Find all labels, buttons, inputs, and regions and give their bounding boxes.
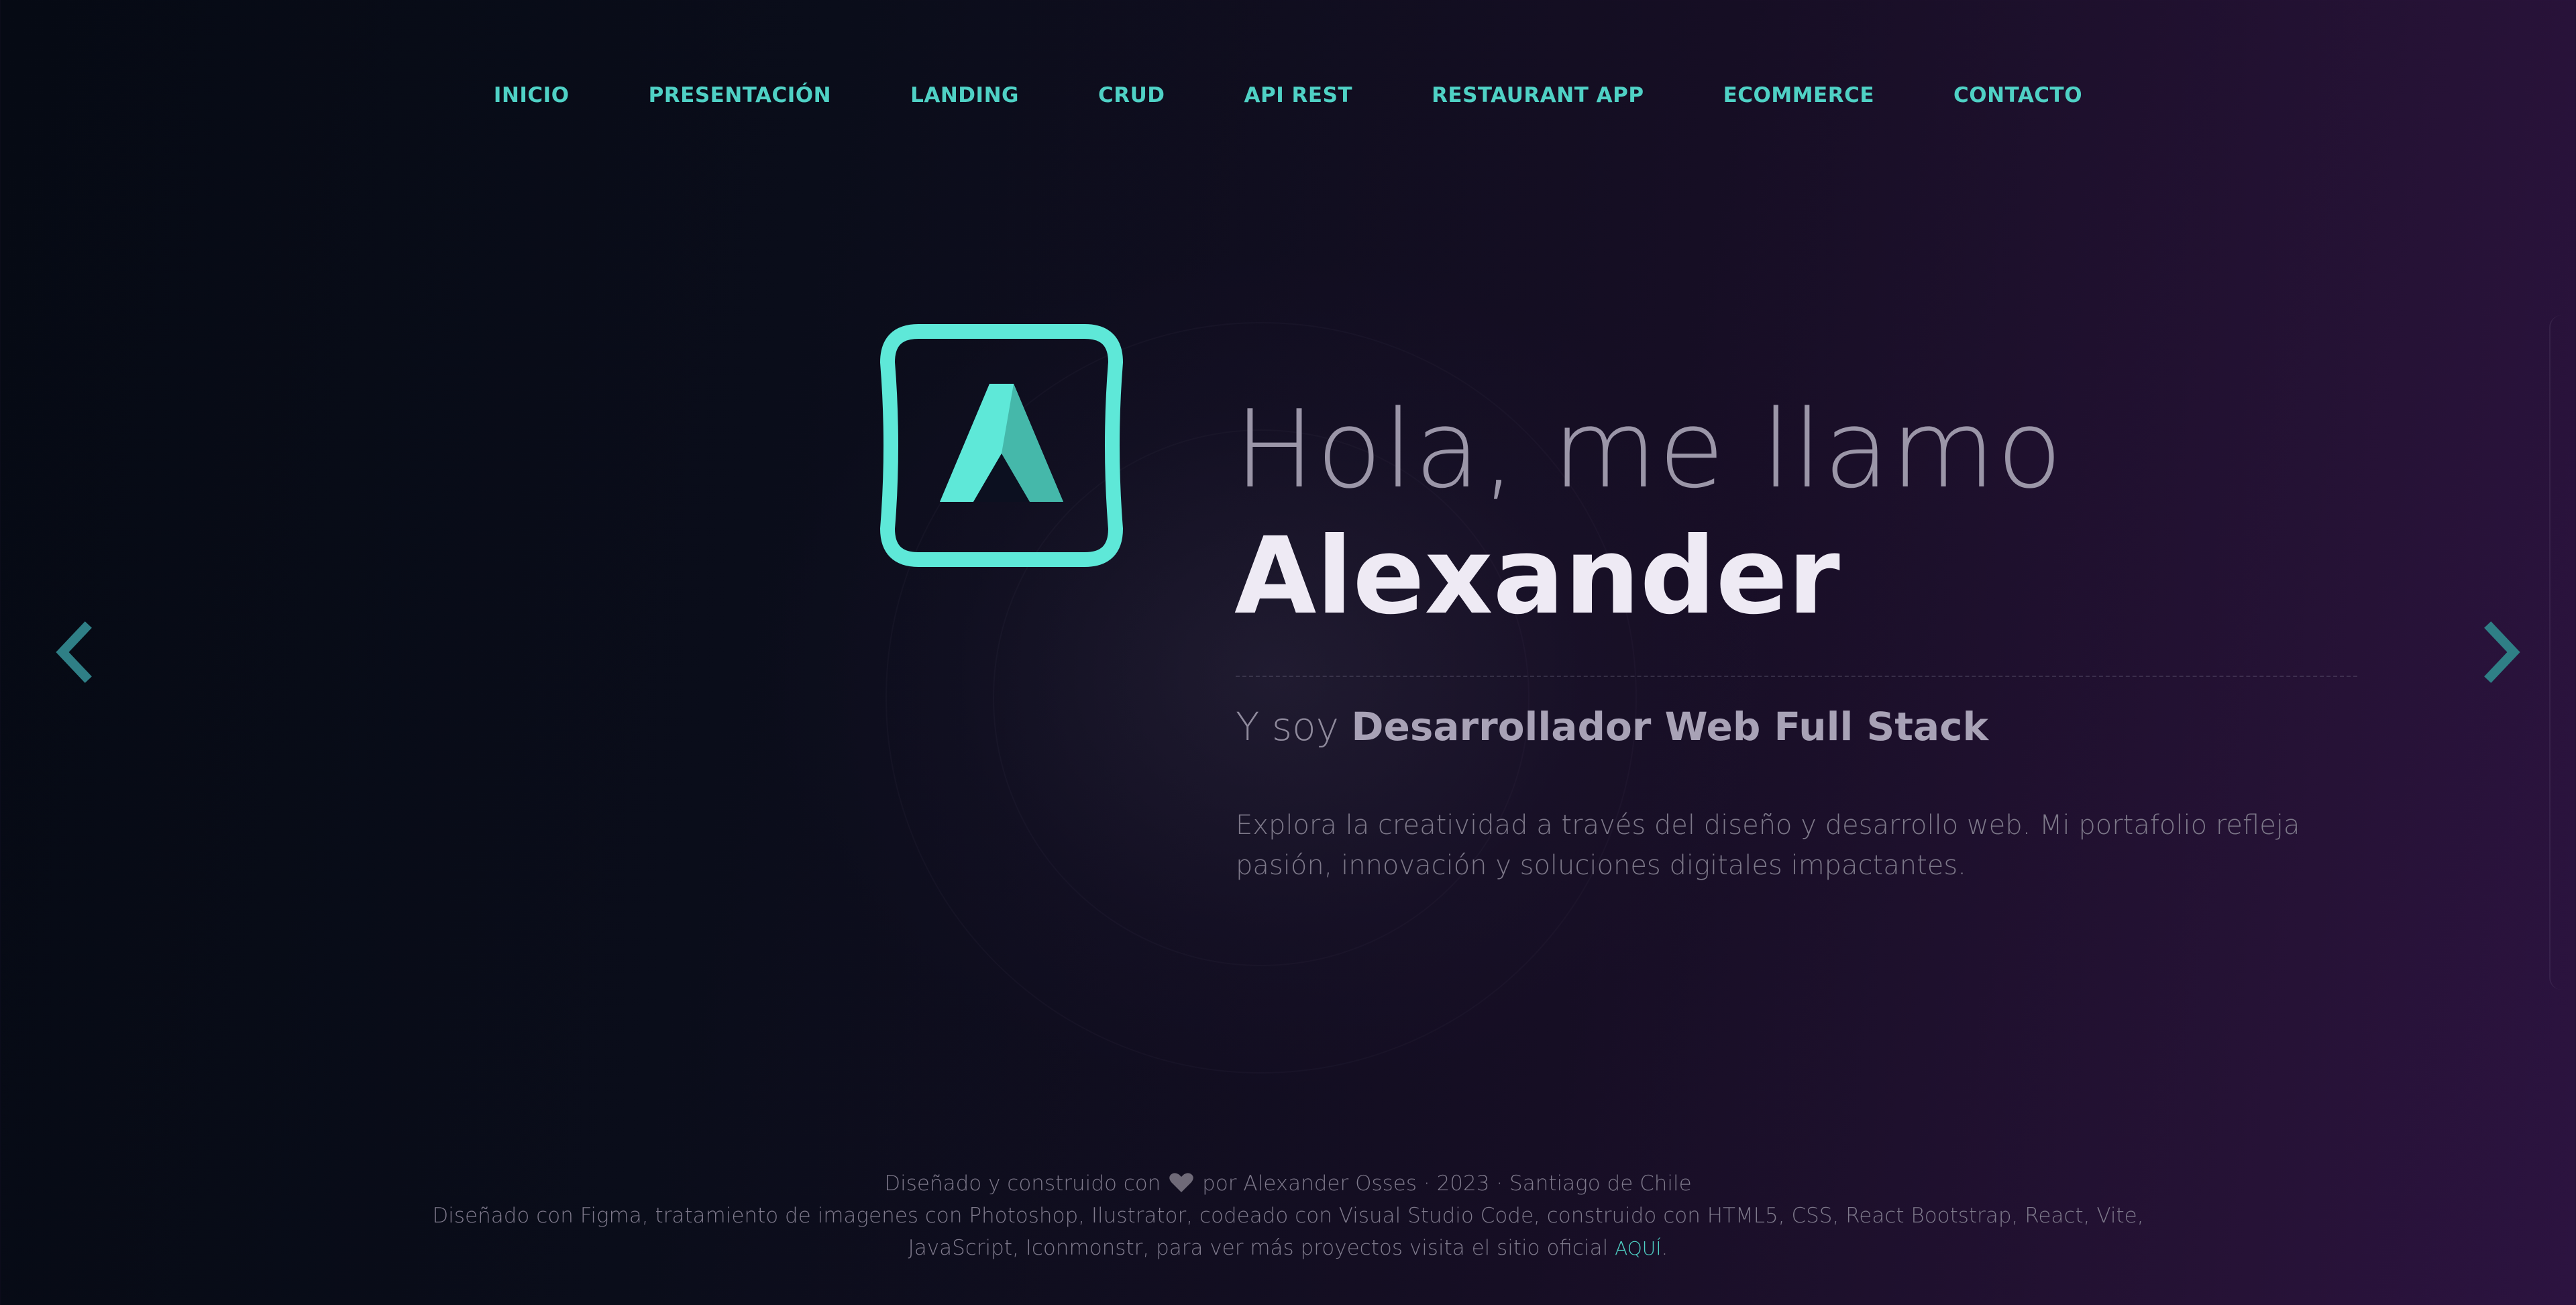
footer-tools: Diseñado con Figma, tratamiento de image… <box>432 1204 2144 1228</box>
nav-item-crud[interactable]: CRUD <box>1098 83 1165 107</box>
official-site-link[interactable]: AQUÍ <box>1615 1237 1661 1259</box>
footer-period: . <box>1661 1236 1668 1260</box>
footer-credits-before: Diseñado y construido con <box>884 1171 1161 1196</box>
side-panel-edge <box>2549 315 2576 990</box>
footer-more-projects: JavaScript, Iconmonstr, para ver más pro… <box>0 1232 2576 1265</box>
footer-more-text: JavaScript, Iconmonstr, para ver más pro… <box>908 1236 1609 1260</box>
chevron-right-icon <box>2484 621 2520 683</box>
hero-divider <box>1236 676 2357 677</box>
page-footer: Diseñado y construido con por Alexander … <box>0 1167 2576 1265</box>
heart-icon <box>1169 1173 1194 1192</box>
footer-credits-after: por Alexander Osses · 2023 · Santiago de… <box>1202 1171 1692 1196</box>
brand-logo-icon <box>878 322 1125 569</box>
nav-item-presentacion[interactable]: PRESENTACIÓN <box>649 83 832 107</box>
nav-item-landing[interactable]: LANDING <box>910 83 1019 107</box>
hero-description: Explora la creatividad a través del dise… <box>1236 810 2300 881</box>
chevron-left-icon <box>56 621 92 683</box>
nav-item-contacto[interactable]: CONTACTO <box>1953 83 2082 107</box>
nav-item-restaurant-app[interactable]: RESTAURANT APP <box>1432 83 1644 107</box>
hero-role-title: Desarrollador Web Full Stack <box>1351 704 1989 749</box>
hero-role-prefix: Y soy <box>1236 704 1352 749</box>
footer-credits: Diseñado y construido con por Alexander … <box>0 1167 2576 1200</box>
nav-item-api-rest[interactable]: API REST <box>1244 83 1353 107</box>
hero-greeting: Hola, me llamo <box>1234 386 2064 512</box>
main-navigation: INICIO PRESENTACIÓN LANDING CRUD API RES… <box>0 0 2576 195</box>
nav-item-inicio[interactable]: INICIO <box>494 83 570 107</box>
carousel-prev-button[interactable] <box>30 605 117 699</box>
carousel-next-button[interactable] <box>2459 605 2546 699</box>
hero-role: Y soy Desarrollador Web Full Stack <box>1236 704 1989 749</box>
hero-name: Alexander <box>1234 515 1840 638</box>
nav-item-ecommerce[interactable]: ECOMMERCE <box>1723 83 1874 107</box>
